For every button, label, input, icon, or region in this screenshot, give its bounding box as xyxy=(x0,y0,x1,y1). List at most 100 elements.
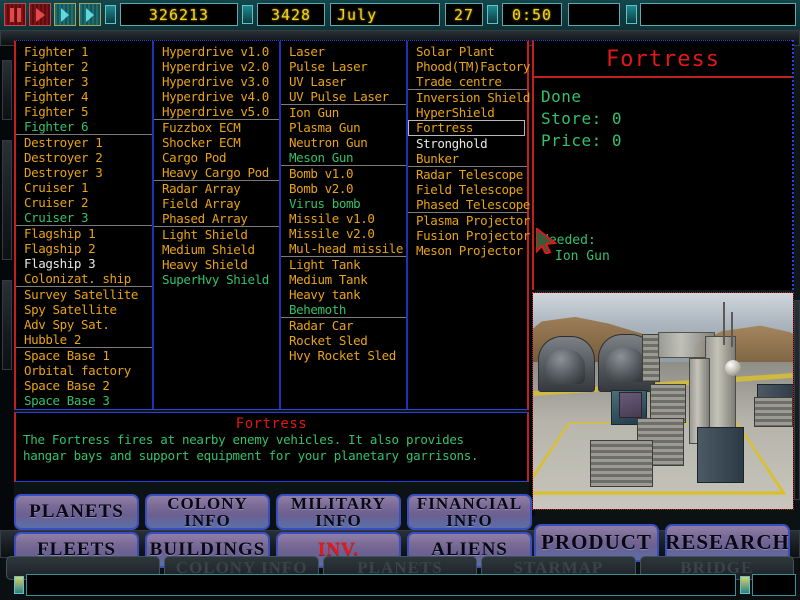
inventory-item[interactable]: Fighter 4 xyxy=(16,89,152,104)
inventory-item[interactable]: Cruiser 1 xyxy=(16,180,152,195)
inventory-item[interactable]: Hubble 2 xyxy=(16,332,152,347)
inventory-item[interactable]: UV Pulse Laser xyxy=(281,89,406,104)
status-strip-left xyxy=(26,574,736,596)
inventory-item[interactable]: Virus bomb xyxy=(281,196,406,211)
inventory-item[interactable]: Neutron Gun xyxy=(281,135,406,150)
colony-info-button[interactable]: COLONY INFO xyxy=(145,494,270,530)
inventory-item[interactable]: Bomb v2.0 xyxy=(281,181,406,196)
inventory-item[interactable]: Space Base 3 xyxy=(16,393,152,408)
inventory-item[interactable]: Inversion Shield xyxy=(408,89,530,105)
button-label: FINANCIAL xyxy=(416,494,523,513)
inventory-item[interactable]: Fighter 5 xyxy=(16,104,152,119)
inventory-item[interactable]: Hyperdrive v4.0 xyxy=(154,89,279,104)
inventory-item[interactable]: Bunker xyxy=(408,151,527,166)
double-arrow-icon xyxy=(86,7,94,22)
inventory-item[interactable]: Hyperdrive v5.0 xyxy=(154,104,279,119)
inventory-item[interactable]: Trade centre xyxy=(408,74,527,89)
inventory-item[interactable]: Medium Shield xyxy=(154,242,279,257)
inventory-item[interactable]: Medium Tank xyxy=(281,272,406,287)
inventory-item[interactable]: Phased Telescope xyxy=(408,197,530,212)
inventory-item[interactable]: Missile v2.0 xyxy=(281,226,406,241)
inventory-item[interactable]: Fusion Projector xyxy=(408,228,530,243)
inventory-item[interactable]: Light Shield xyxy=(154,226,279,242)
credits-indicator xyxy=(105,5,116,24)
inventory-item[interactable]: Laser xyxy=(281,44,406,59)
inventory-item[interactable]: Hvy Rocket Sled xyxy=(281,348,406,363)
inventory-item[interactable]: Pulse Laser xyxy=(281,59,406,74)
play-button[interactable] xyxy=(29,3,51,26)
inventory-item[interactable]: Cruiser 3 xyxy=(16,210,152,225)
inventory-item[interactable]: Flagship 3 xyxy=(16,256,152,271)
inventory-item[interactable]: Stronghold xyxy=(408,136,527,151)
inventory-item[interactable]: Fuzzbox ECM xyxy=(154,119,279,135)
inventory-item[interactable]: Solar Plant xyxy=(408,44,527,59)
inventory-item[interactable]: Hyperdrive v2.0 xyxy=(154,59,279,74)
inventory-item[interactable]: Flagship 2 xyxy=(16,241,152,256)
inventory-item[interactable]: Destroyer 3 xyxy=(16,165,152,180)
buildings-column: Solar Plant Phood(TM)Factory Trade centre I… xyxy=(406,41,530,409)
inventory-item[interactable]: Phased Array xyxy=(154,211,279,226)
military-info-button[interactable]: MILITARY INFO xyxy=(276,494,401,530)
inventory-item[interactable]: Meson Gun xyxy=(281,150,406,165)
inventory-item[interactable]: Field Telescope xyxy=(408,182,527,197)
inventory-item[interactable]: Radar Array xyxy=(154,180,279,196)
inventory-item[interactable]: Fighter 1 xyxy=(16,44,152,59)
inventory-item[interactable]: Fortress xyxy=(408,120,525,136)
inventory-item[interactable]: Cruiser 2 xyxy=(16,195,152,210)
item-status: Done xyxy=(541,87,582,106)
item-title: Fortress xyxy=(606,47,720,72)
inventory-item[interactable]: Heavy Cargo Pod xyxy=(154,165,279,180)
inventory-item[interactable]: Orbital factory xyxy=(16,363,152,378)
button-label: INFO xyxy=(446,511,493,530)
inventory-item[interactable]: Cargo Pod xyxy=(154,150,279,165)
play-icon xyxy=(35,7,45,22)
weapons-column: Laser Pulse Laser UV Laser UV Pulse Laser Io… xyxy=(279,41,406,409)
inventory-item[interactable]: Space Base 1 xyxy=(16,347,152,363)
inventory-item[interactable]: Mul-head missile xyxy=(281,241,406,256)
inventory-item[interactable]: Plasma Projector xyxy=(408,212,530,228)
inventory-item[interactable]: Flagship 1 xyxy=(16,225,152,241)
financial-info-button[interactable]: FINANCIAL INFO xyxy=(407,494,532,530)
button-label: PLANETS xyxy=(29,501,124,523)
inventory-item[interactable]: Fighter 6 xyxy=(16,119,152,134)
inventory-item[interactable]: Behemoth xyxy=(281,302,406,317)
inventory-item[interactable]: Rocket Sled xyxy=(281,333,406,348)
inventory-columns: Fighter 1 Fighter 2 Fighter 3 Fighter 4 Figh… xyxy=(16,41,530,409)
inventory-item[interactable]: Adv Spy Sat. xyxy=(16,317,152,332)
fast-forward-button[interactable] xyxy=(54,3,76,26)
inventory-item[interactable]: Shocker ECM xyxy=(154,135,279,150)
inventory-item[interactable]: Destroyer 2 xyxy=(16,150,152,165)
inventory-item[interactable]: Fighter 2 xyxy=(16,59,152,74)
inventory-list-panel: Fighter 1 Fighter 2 Fighter 3 Fighter 4 Figh… xyxy=(14,40,530,410)
nav-button-row-1: PLANETS COLONY INFO MILITARY INFO FINANCIAL IN… xyxy=(14,494,532,530)
inventory-item[interactable]: Space Base 2 xyxy=(16,378,152,393)
inventory-item[interactable]: Light Tank xyxy=(281,256,406,272)
inventory-item[interactable]: Spy Satellite xyxy=(16,302,152,317)
inventory-item[interactable]: Hyperdrive v3.0 xyxy=(154,74,279,89)
inventory-item[interactable]: Heavy tank xyxy=(281,287,406,302)
inventory-item[interactable]: Survey Satellite xyxy=(16,286,152,302)
inventory-item[interactable]: Hyperdrive v1.0 xyxy=(154,44,279,59)
inventory-item[interactable]: Radar Car xyxy=(281,317,406,333)
inventory-item[interactable]: Colonizat. ship xyxy=(16,271,152,286)
inventory-item[interactable]: UV Laser xyxy=(281,74,406,89)
fastest-forward-button[interactable] xyxy=(79,3,101,26)
planets-button[interactable]: PLANETS xyxy=(14,494,139,530)
button-label: RESEARCH xyxy=(665,530,790,555)
inventory-item[interactable]: Heavy Shield xyxy=(154,257,279,272)
inventory-item[interactable]: HyperShield xyxy=(408,105,527,120)
inventory-item[interactable]: Bomb v1.0 xyxy=(281,165,406,181)
inventory-item[interactable]: Field Array xyxy=(154,196,279,211)
inventory-item[interactable]: Missile v1.0 xyxy=(281,211,406,226)
inventory-item[interactable]: SuperHvy Shield xyxy=(154,272,279,287)
inventory-item[interactable]: Destroyer 1 xyxy=(16,134,152,150)
inventory-item[interactable]: Fighter 3 xyxy=(16,74,152,89)
inventory-item[interactable]: Phood(TM)Factory xyxy=(408,59,530,74)
inventory-item[interactable]: Plasma Gun xyxy=(281,120,406,135)
game-screen: 326213 3428 July 27 0:50 Fighter 1 Fighte… xyxy=(0,0,800,600)
double-arrow-icon xyxy=(61,7,69,22)
inventory-item[interactable]: Radar Telescope xyxy=(408,166,527,182)
pause-button[interactable] xyxy=(4,3,26,26)
inventory-item[interactable]: Meson Projector xyxy=(408,243,527,258)
inventory-item[interactable]: Ion Gun xyxy=(281,104,406,120)
